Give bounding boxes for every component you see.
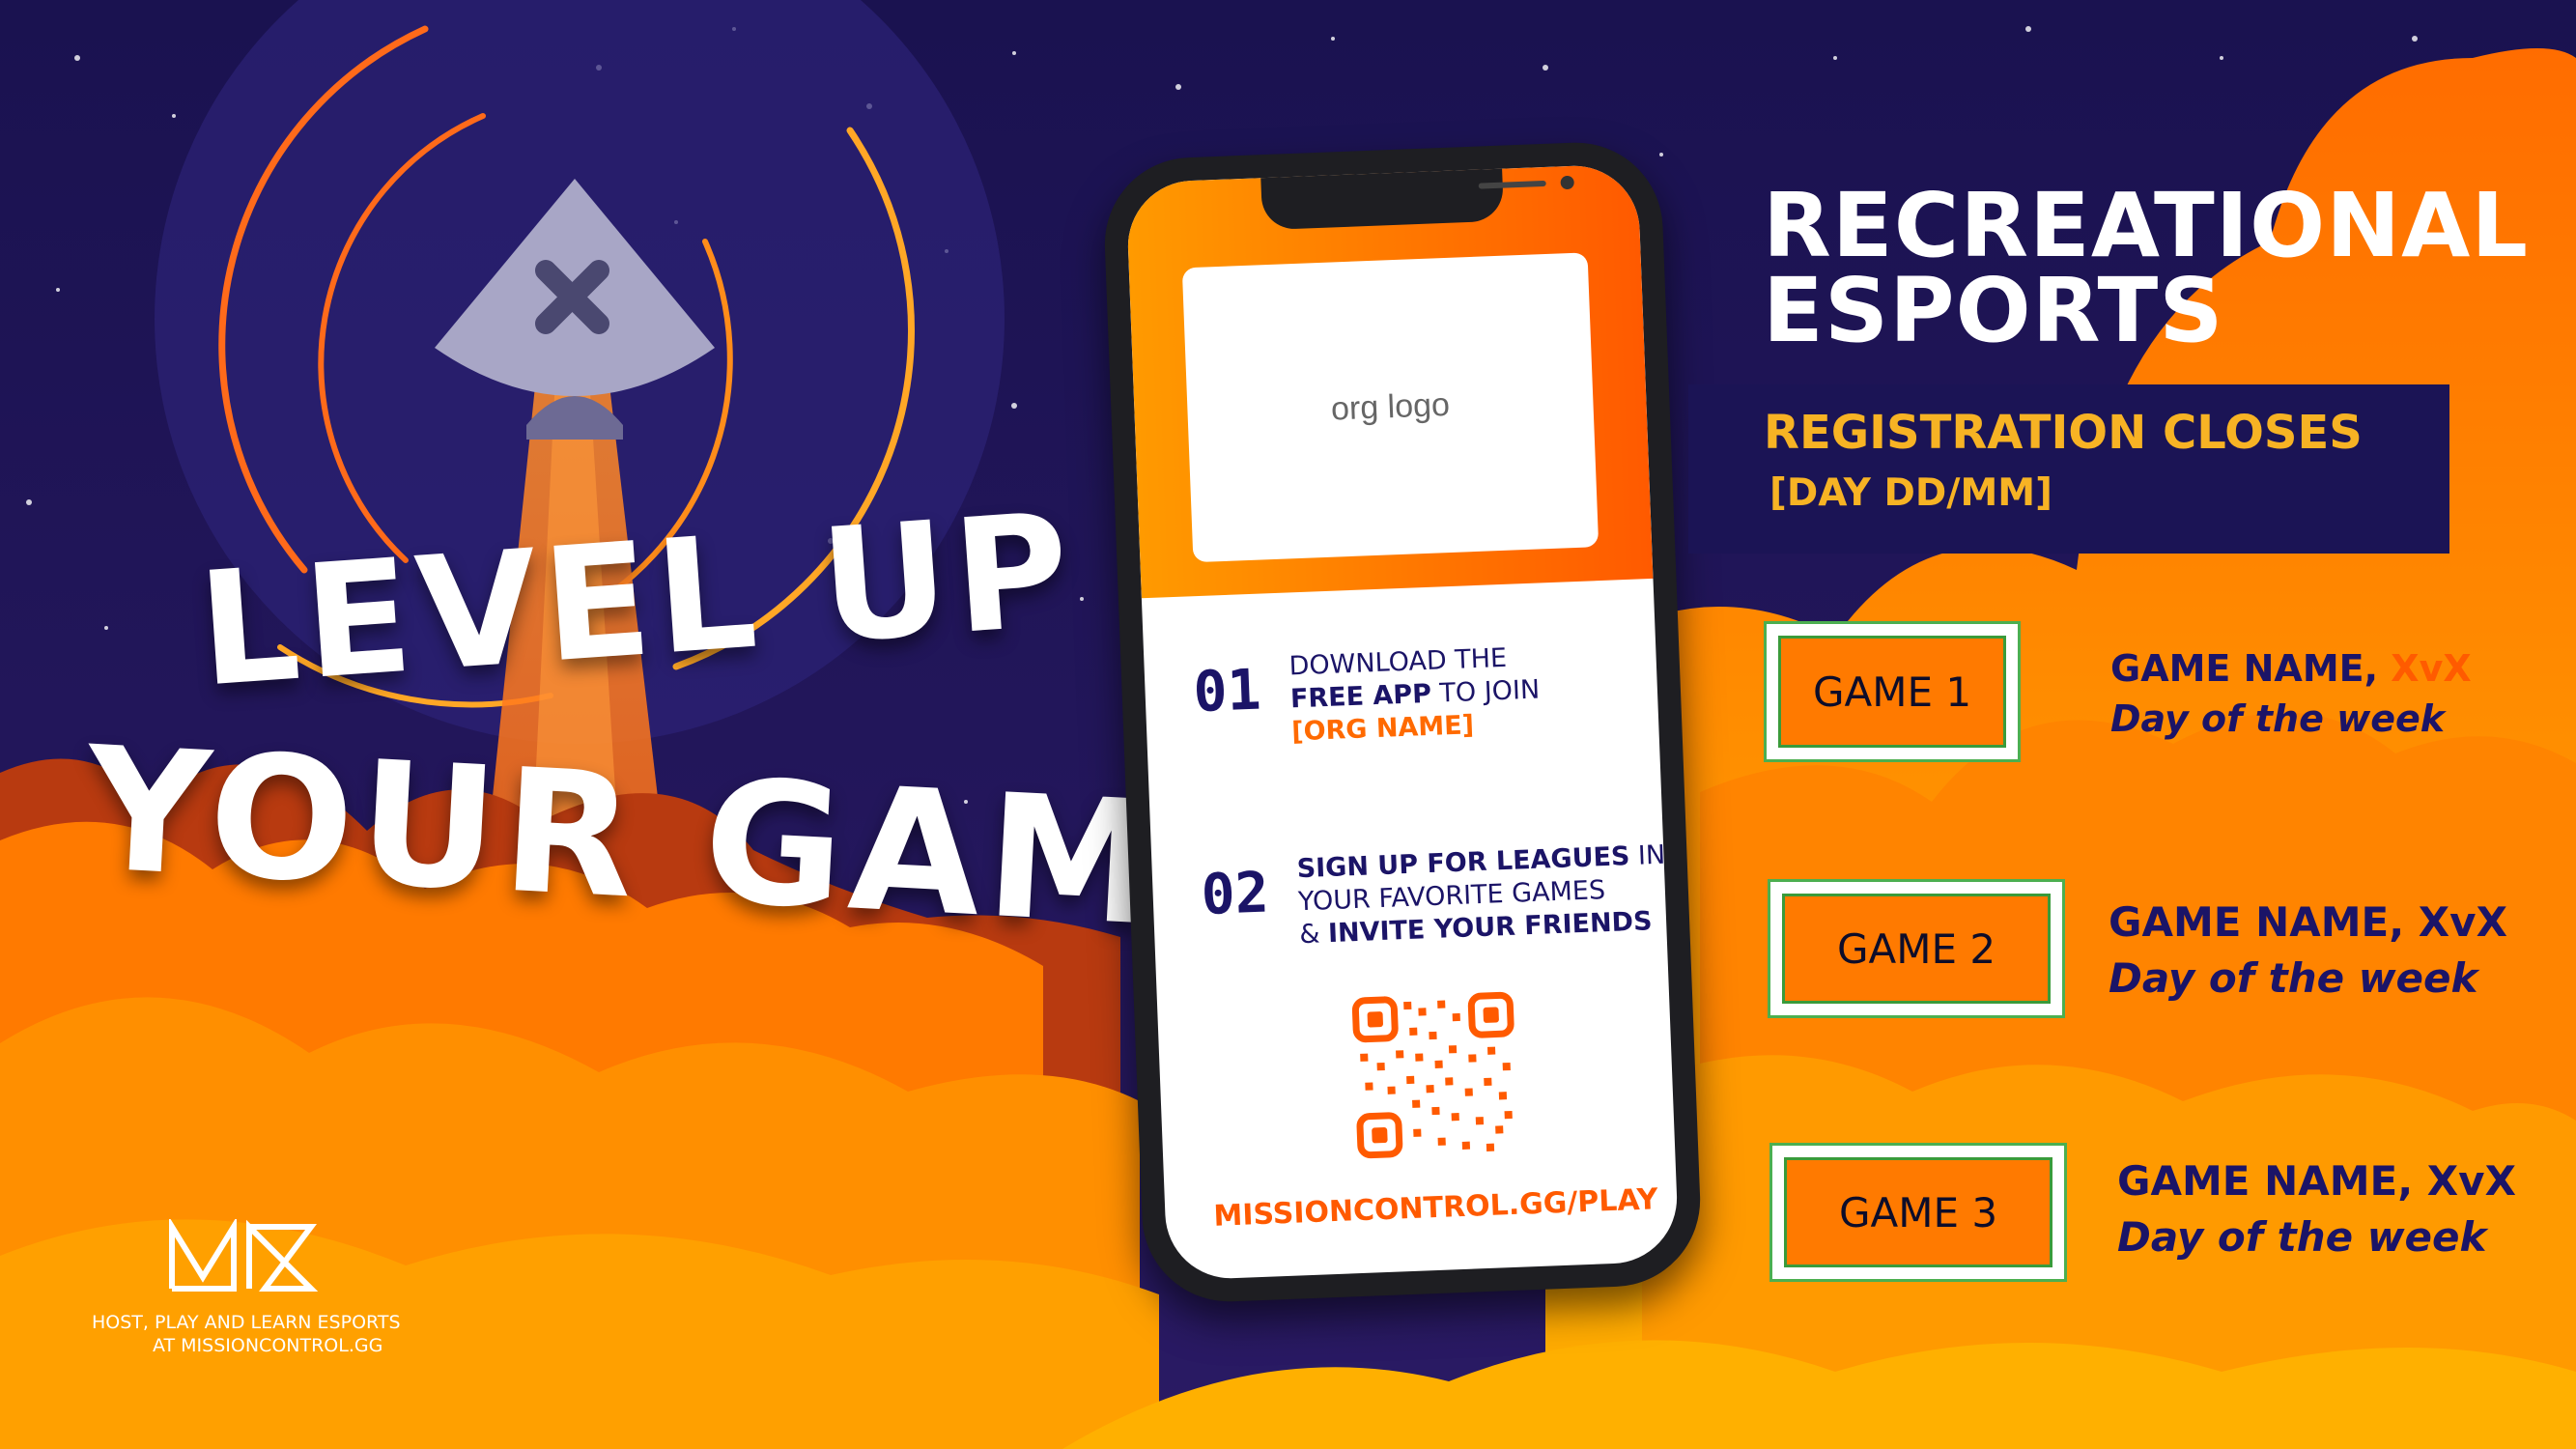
play-url-link[interactable]: MISSIONCONTROL.GG/PLAY xyxy=(1213,1182,1658,1234)
game-2-label: GAME 2 xyxy=(1836,924,1996,973)
game-1-name-text: GAME NAME, xyxy=(2110,647,2392,690)
step-2-rest-1: IN xyxy=(1628,839,1666,872)
game-1-day: Day of the week xyxy=(2110,697,2446,740)
step-2-text: SIGN UP FOR LEAGUES IN YOUR FAVORITE GAM… xyxy=(1296,839,1668,952)
phone-notch xyxy=(1260,166,1574,231)
game-2-inner: GAME 2 xyxy=(1782,894,2051,1004)
phone-mockup: org logo 01 DOWNLOAD THE FREE APP TO JOI… xyxy=(1101,139,1704,1305)
game-3-box[interactable]: GAME 3 xyxy=(1769,1143,2067,1282)
missioncontrol-logo-icon[interactable] xyxy=(164,1219,319,1296)
step-2-pre-3: & xyxy=(1298,919,1329,951)
org-logo-placeholder: org logo xyxy=(1181,252,1599,563)
game-2-day: Day of the week xyxy=(2109,954,2478,1002)
game-3-inner: GAME 3 xyxy=(1784,1157,2052,1267)
registration-date: [DAY DD/MM] xyxy=(1769,471,2052,515)
game-3-day: Day of the week xyxy=(2117,1213,2487,1261)
title-line-2: ESPORTS xyxy=(1763,259,2224,362)
step-1-text: DOWNLOAD THE FREE APP TO JOIN [ORG NAME] xyxy=(1288,641,1542,750)
footer-tagline-1: HOST, PLAY AND LEARN ESPORTS xyxy=(92,1312,401,1333)
step-1-rest: TO JOIN xyxy=(1430,674,1541,709)
game-2-box[interactable]: GAME 2 xyxy=(1768,879,2065,1018)
game-3-name: GAME NAME, XvX xyxy=(2117,1157,2516,1205)
game-1-format: XvX xyxy=(2391,647,2472,690)
org-logo-text: org logo xyxy=(1330,385,1451,428)
phone-screen: org logo 01 DOWNLOAD THE FREE APP TO JOI… xyxy=(1125,163,1680,1281)
step-1-bold: FREE APP xyxy=(1289,678,1432,715)
qr-code-icon[interactable] xyxy=(1350,990,1520,1160)
step-1-number: 01 xyxy=(1192,656,1262,725)
footer-tagline-2: AT MISSIONCONTROL.GG xyxy=(153,1335,383,1356)
game-1-box[interactable]: GAME 1 xyxy=(1764,621,2021,762)
step-2-number: 02 xyxy=(1200,859,1270,928)
game-3-label: GAME 3 xyxy=(1838,1188,1998,1236)
game-2-name: GAME NAME, XvX xyxy=(2109,898,2507,946)
game-1-label: GAME 1 xyxy=(1812,668,1972,716)
registration-label: REGISTRATION CLOSES xyxy=(1764,406,2363,460)
game-1-name: GAME NAME, XvX xyxy=(2110,647,2472,690)
game-1-inner: GAME 1 xyxy=(1778,636,2006,748)
